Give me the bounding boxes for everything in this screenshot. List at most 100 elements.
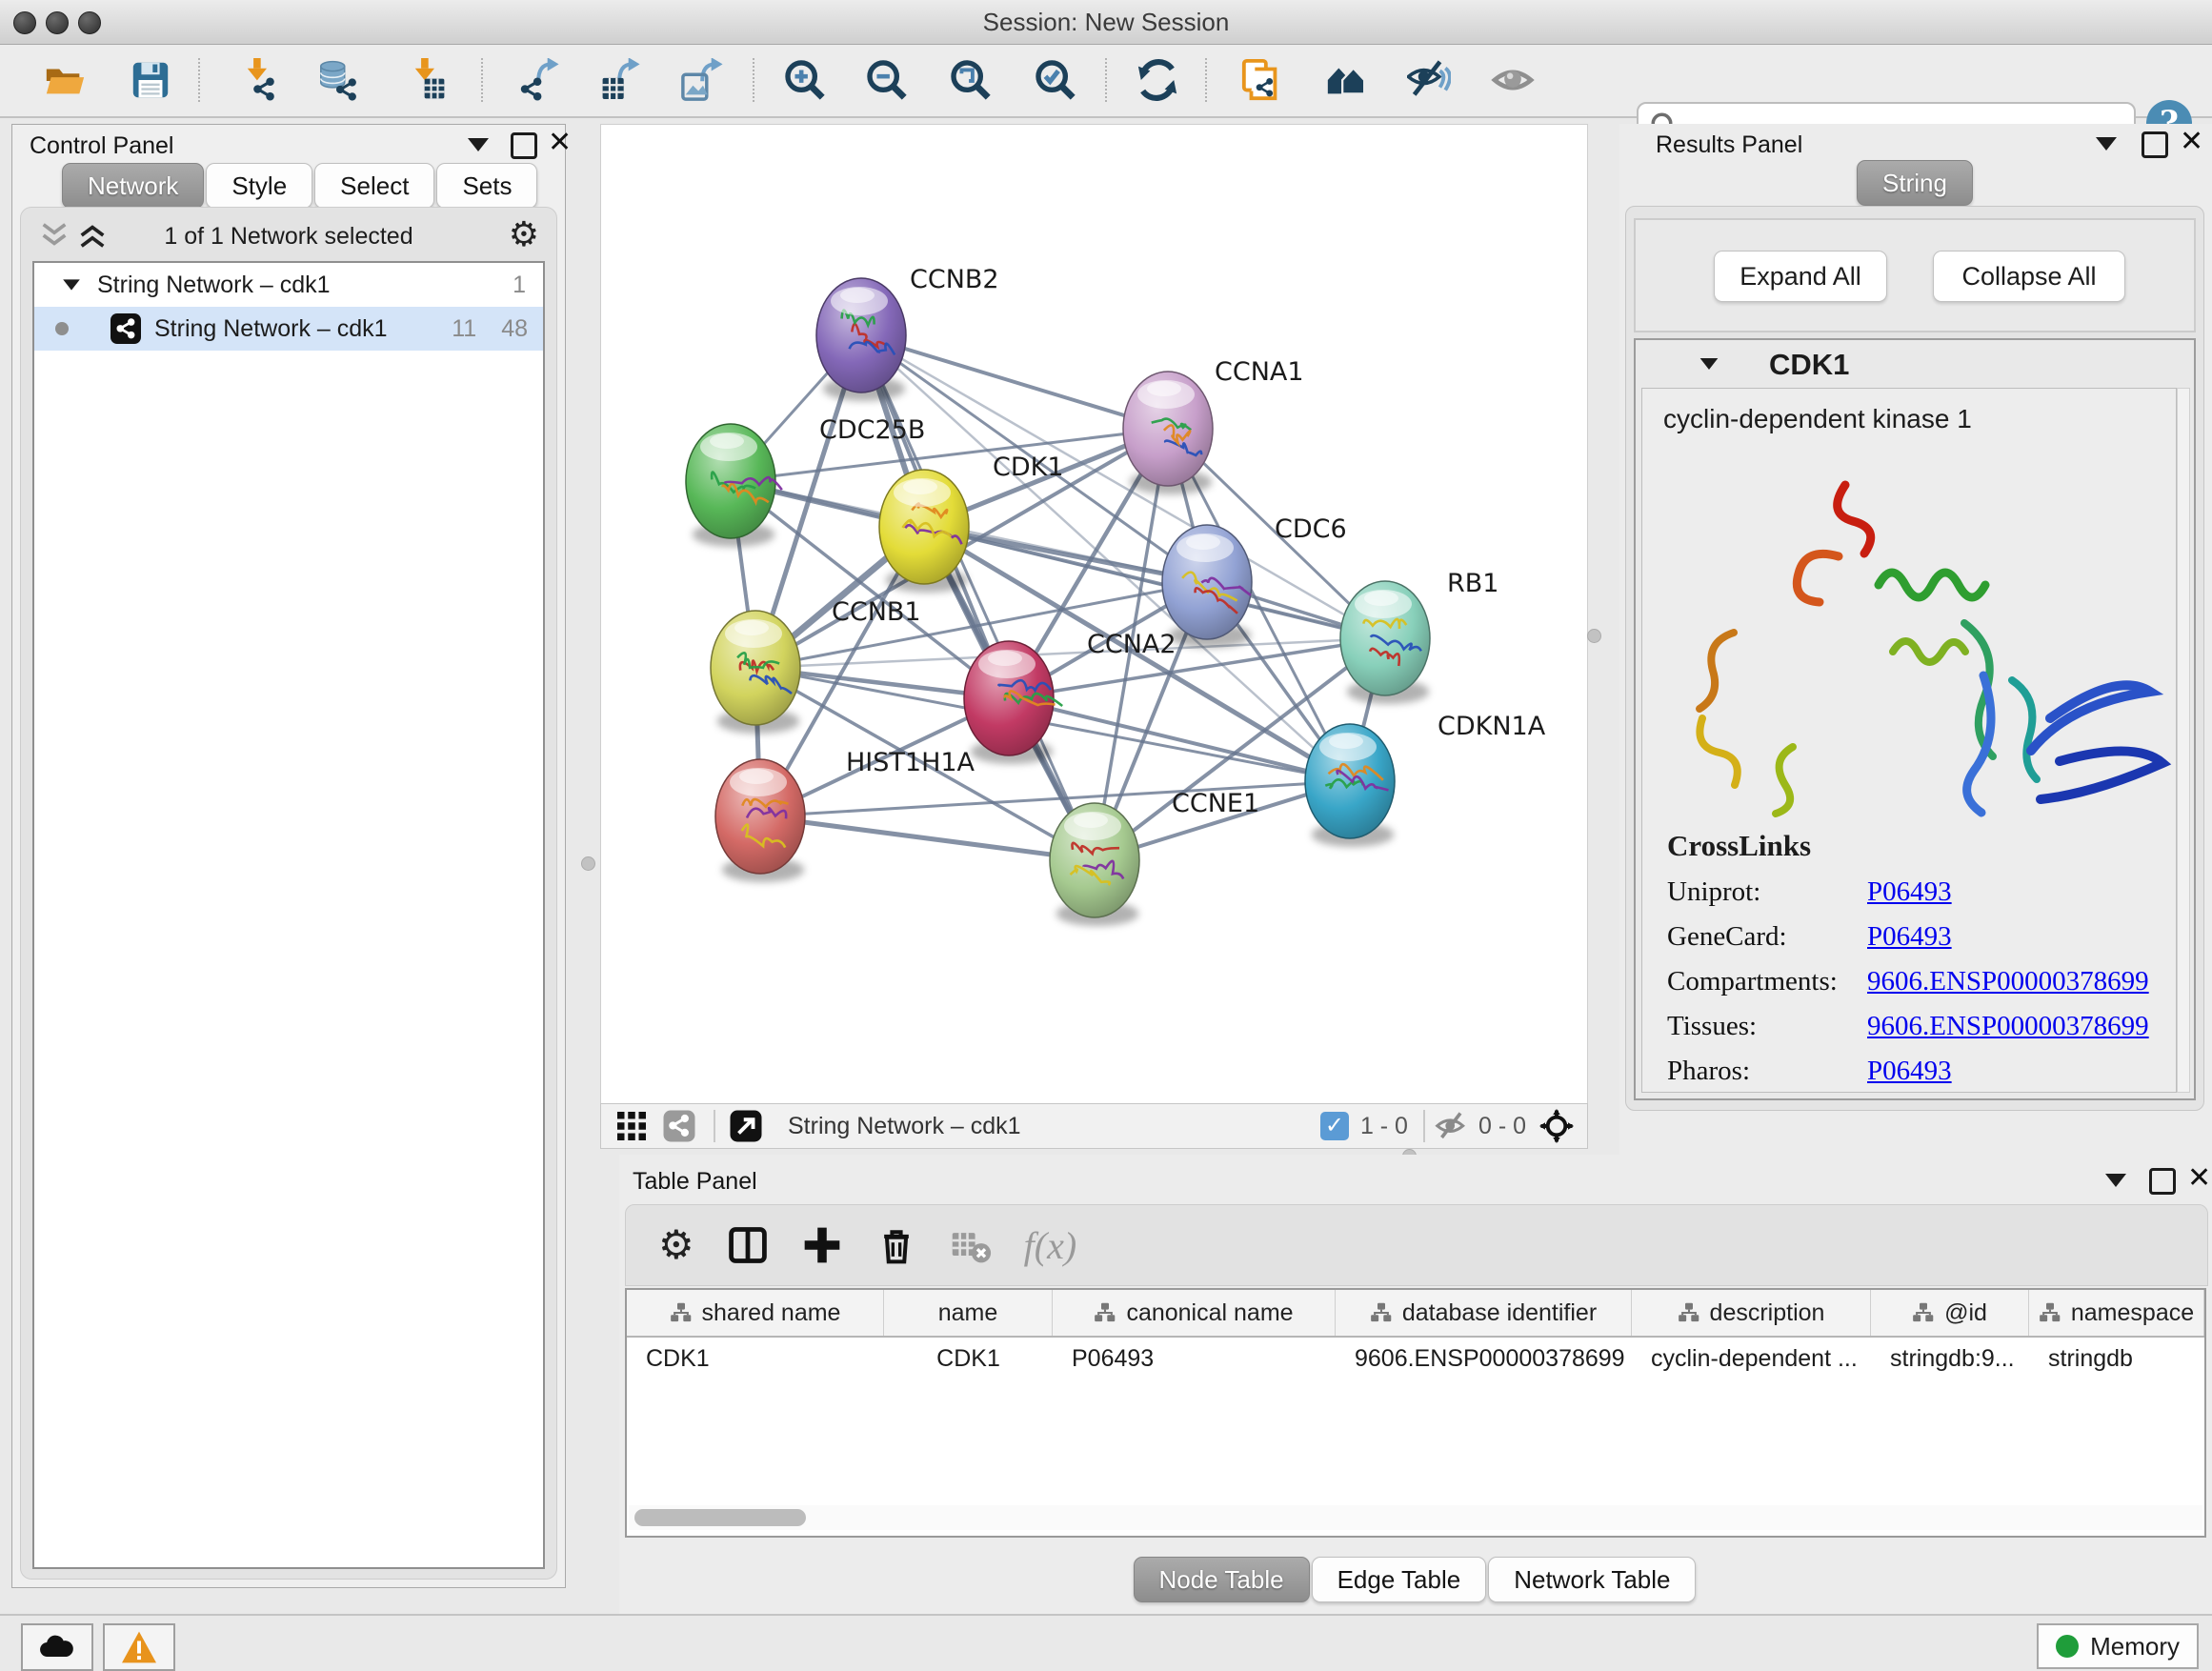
zoom-in-icon[interactable] <box>783 58 827 102</box>
crosslink-link[interactable]: 9606.ENSP00000378699 <box>1867 966 2149 997</box>
string-home-icon[interactable] <box>1324 58 1368 102</box>
cloud-button[interactable] <box>21 1623 93 1671</box>
crosslink-link[interactable]: P06493 <box>1867 921 1952 953</box>
network-options-gear-icon[interactable]: ⚙ <box>509 217 539 252</box>
results-scrollbar[interactable] <box>2177 388 2190 1093</box>
tab-network-table[interactable]: Network Table <box>1488 1557 1696 1602</box>
refresh-icon[interactable] <box>1136 58 1179 102</box>
network-node-CCNB2[interactable] <box>816 278 906 401</box>
node-label-CCNA1: CCNA1 <box>1215 357 1304 387</box>
hide-panels-eye-slash-icon[interactable] <box>1407 58 1451 102</box>
zoom-fit-content-icon[interactable] <box>949 58 993 102</box>
show-column-selector-icon[interactable] <box>727 1224 769 1266</box>
table-panel-float-icon[interactable] <box>2149 1168 2176 1195</box>
birdseye-grid-icon[interactable] <box>614 1109 649 1143</box>
table-cell[interactable]: 9606.ENSP00000378699 <box>1336 1338 1632 1379</box>
column-header-database-identifier[interactable]: database identifier <box>1336 1290 1632 1336</box>
control-panel-close-icon[interactable]: ✕ <box>548 132 572 153</box>
network-canvas[interactable]: CCNB2CCNA1CDC25BCDK1CDC6RB1CCNB1CCNA2CDK… <box>600 124 1588 1105</box>
results-panel-float-menu-icon[interactable] <box>2096 137 2117 151</box>
column-header-name[interactable]: name <box>884 1290 1053 1336</box>
results-panel-close-icon[interactable]: ✕ <box>2180 131 2203 152</box>
table-cell[interactable]: P06493 <box>1053 1338 1336 1379</box>
left-splitter-handle[interactable] <box>581 856 595 871</box>
main-toolbar: ? <box>0 45 2212 118</box>
network-collection-row[interactable]: String Network – cdk1 1 <box>34 263 543 307</box>
export-network-icon[interactable] <box>516 58 560 102</box>
import-network-from-file-icon[interactable] <box>236 58 280 102</box>
hidden-eye-slash-icon[interactable] <box>1435 1109 1469 1143</box>
table-settings-gear-icon[interactable]: ⚙ <box>658 1225 694 1265</box>
right-splitter-handle[interactable] <box>1587 629 1601 643</box>
column-header--id[interactable]: @id <box>1871 1290 2029 1336</box>
memory-button[interactable]: Memory <box>2037 1623 2199 1669</box>
table-cell[interactable]: stringdb <box>2029 1338 2204 1379</box>
open-in-window-icon[interactable] <box>729 1109 763 1143</box>
create-column-plus-icon[interactable] <box>801 1224 843 1266</box>
warnings-button[interactable] <box>103 1623 175 1671</box>
zoom-out-icon[interactable] <box>865 58 909 102</box>
selected-checkbox-icon[interactable]: ✓ <box>1320 1112 1349 1140</box>
table-cell[interactable]: CDK1 <box>884 1338 1053 1379</box>
network-node-CDK1[interactable] <box>879 470 969 593</box>
network-node-CCNB1[interactable] <box>711 611 800 734</box>
tab-select[interactable]: Select <box>314 163 434 209</box>
expand-all-button[interactable]: Expand All <box>1714 251 1887 302</box>
save-session-icon[interactable] <box>129 58 172 102</box>
crosslink-link[interactable]: 9606.ENSP00000378699 <box>1867 1011 2149 1042</box>
column-header-namespace[interactable]: namespace <box>2029 1290 2204 1336</box>
column-header-canonical-name[interactable]: canonical name <box>1053 1290 1336 1336</box>
column-header-description[interactable]: description <box>1632 1290 1871 1336</box>
show-panels-eye-icon[interactable] <box>1491 58 1535 102</box>
network-edge-HIST1H1A-CCNE1[interactable] <box>760 816 1095 860</box>
network-type-gray-icon[interactable] <box>662 1109 696 1143</box>
crosslink-link[interactable]: P06493 <box>1867 876 1952 908</box>
collapse-all-button[interactable]: Collapse All <box>1933 251 2125 302</box>
import-table-from-file-icon[interactable] <box>404 58 448 102</box>
table-cell[interactable]: stringdb:9... <box>1871 1338 2029 1379</box>
node-label-HIST1H1A: HIST1H1A <box>846 748 975 777</box>
network-node-CDKN1A[interactable] <box>1305 724 1395 847</box>
network-node-CCNA1[interactable] <box>1123 372 1213 494</box>
table-panel-float-menu-icon[interactable] <box>2105 1174 2126 1187</box>
table-cell[interactable]: CDK1 <box>627 1338 884 1379</box>
export-image-icon[interactable] <box>680 58 724 102</box>
control-panel-float-menu-icon[interactable] <box>468 138 489 151</box>
tab-sets[interactable]: Sets <box>436 163 537 209</box>
clone-network-icon[interactable] <box>1240 58 1284 102</box>
fit-selected-crosshair-icon[interactable] <box>1539 1109 1574 1143</box>
results-panel-float-icon[interactable] <box>2142 131 2168 158</box>
crosslink-link[interactable]: P06493 <box>1867 1056 1952 1087</box>
network-node-CCNE1[interactable] <box>1050 803 1139 926</box>
crosslink-label: Tissues: <box>1667 1011 1867 1042</box>
column-header-shared-name[interactable]: shared name <box>627 1290 884 1336</box>
network-node-CCNA2[interactable] <box>964 641 1062 764</box>
tab-edge-table[interactable]: Edge Table <box>1312 1557 1487 1602</box>
import-network-from-database-icon[interactable] <box>316 58 360 102</box>
control-panel-float-icon[interactable] <box>511 132 537 159</box>
network-node-HIST1H1A[interactable] <box>715 759 805 882</box>
open-file-icon[interactable] <box>43 58 87 102</box>
cdk1-collapse-icon[interactable] <box>1700 358 1719 370</box>
scrollbar-thumb[interactable] <box>634 1509 806 1526</box>
table-horizontal-scrollbar[interactable] <box>629 1505 2202 1530</box>
network-graph[interactable]: CCNB2CCNA1CDC25BCDK1CDC6RB1CCNB1CCNA2CDK… <box>601 125 1587 1104</box>
zoom-selected-icon[interactable] <box>1034 58 1077 102</box>
delete-table-icon[interactable] <box>950 1224 992 1266</box>
tab-style[interactable]: Style <box>206 163 312 209</box>
export-table-icon[interactable] <box>597 58 641 102</box>
table-cell[interactable]: cyclin-dependent ... <box>1632 1338 1871 1379</box>
function-builder-fx-icon[interactable]: f(x) <box>1024 1223 1077 1268</box>
network-row-selected[interactable]: String Network – cdk1 11 48 <box>34 307 543 351</box>
crosslink-row: Compartments:9606.ENSP00000378699 <box>1667 966 2176 997</box>
network-node-CDC25B[interactable] <box>686 424 782 547</box>
table-tabs: Node TableEdge TableNetwork Table <box>619 1557 2212 1602</box>
tab-string[interactable]: String <box>1857 160 1973 206</box>
network-node-RB1[interactable] <box>1340 581 1430 704</box>
tab-node-table[interactable]: Node Table <box>1134 1557 1310 1602</box>
tab-network[interactable]: Network <box>62 163 204 209</box>
delete-column-trash-icon[interactable] <box>875 1224 917 1266</box>
table-row[interactable]: CDK1CDK1P064939606.ENSP00000378699cyclin… <box>627 1338 2204 1379</box>
collection-expand-icon[interactable] <box>63 279 80 290</box>
table-panel-close-icon[interactable]: ✕ <box>2187 1168 2211 1189</box>
